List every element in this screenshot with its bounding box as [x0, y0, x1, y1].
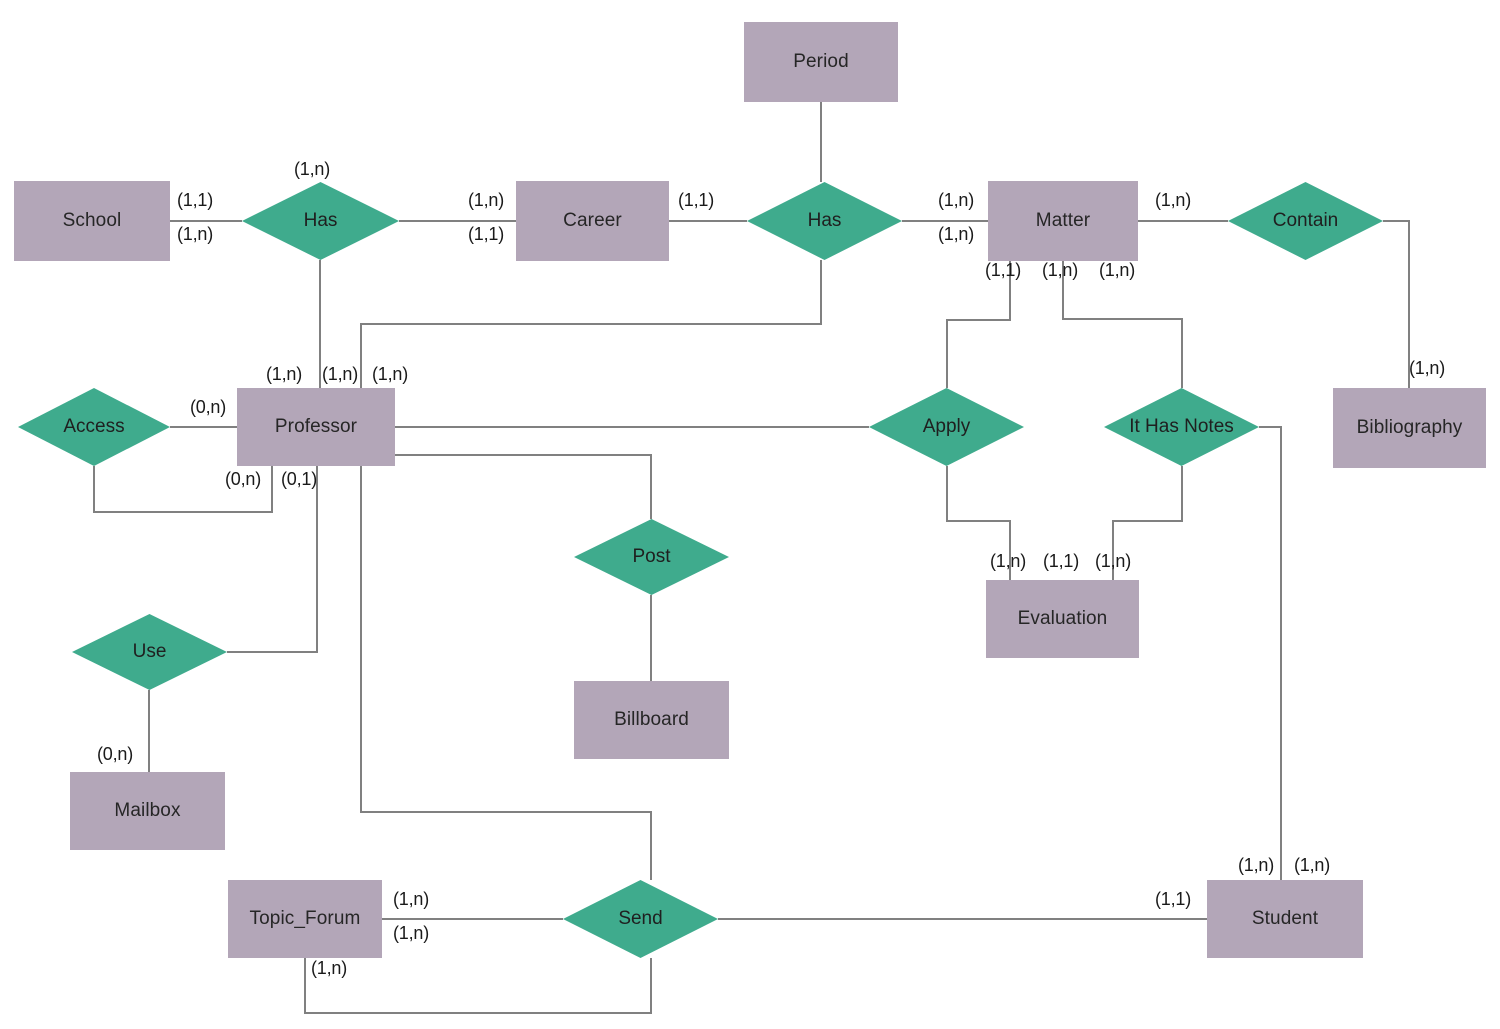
- relationship-has_career_matter[interactable]: Has: [747, 182, 902, 260]
- cardinality-label: (1,1): [1043, 551, 1080, 571]
- cardinality-label: (0,1): [281, 469, 318, 489]
- relationship-contain[interactable]: Contain: [1228, 182, 1383, 260]
- relationship-label: Send: [618, 908, 663, 929]
- cardinality-label: (1,n): [311, 958, 348, 978]
- cardinality-label: (1,n): [468, 190, 505, 210]
- cardinality-label: (1,n): [938, 224, 975, 244]
- cardinality-label: (1,n): [1155, 190, 1192, 210]
- cardinality-label: (0,n): [97, 744, 134, 764]
- cardinality-label: (0,n): [190, 397, 227, 417]
- connector-has2-to-professor: [360, 260, 822, 388]
- entity-label: Billboard: [614, 709, 689, 730]
- cardinality-label: (1,n): [938, 190, 975, 210]
- relationship-use[interactable]: Use: [72, 614, 227, 690]
- cardinality-label: (1,n): [1238, 855, 1275, 875]
- cardinality-label: (1,n): [393, 889, 430, 909]
- cardinality-label: (1,1): [985, 260, 1022, 280]
- cardinality-label: (1,n): [322, 364, 359, 384]
- entity-label: Career: [563, 210, 622, 231]
- cardinality-label: (1,n): [990, 551, 1027, 571]
- relationship-label: Post: [632, 546, 671, 567]
- er-diagram-canvas: Period School Career Matter Bibliography Prof…: [0, 0, 1500, 1029]
- entity-topic_forum[interactable]: Topic_Forum: [228, 880, 382, 958]
- connector-layer: [93, 102, 1410, 1014]
- cardinality-label: (1,1): [1155, 889, 1192, 909]
- cardinality-label: (1,n): [1095, 551, 1132, 571]
- entity-matter[interactable]: Matter: [988, 181, 1138, 261]
- relationship-label: Has: [303, 210, 338, 231]
- entity-billboard[interactable]: Billboard: [574, 681, 729, 759]
- entity-label: Student: [1251, 908, 1319, 929]
- entity-label: Professor: [274, 416, 358, 437]
- relationship-label: It Has Notes: [1129, 416, 1234, 437]
- entity-label: Period: [793, 51, 849, 72]
- cardinality-label: (0,n): [225, 469, 262, 489]
- cardinality-label: (1,n): [177, 224, 214, 244]
- relationship-label: Use: [132, 641, 167, 662]
- entity-student[interactable]: Student: [1207, 880, 1363, 958]
- entity-period[interactable]: Period: [744, 22, 898, 102]
- cardinality-label: (1,n): [372, 364, 409, 384]
- entity-mailbox[interactable]: Mailbox: [70, 772, 225, 850]
- entity-evaluation[interactable]: Evaluation: [986, 580, 1139, 658]
- entity-label: Bibliography: [1356, 417, 1463, 438]
- relationship-label: Contain: [1272, 210, 1339, 231]
- cardinality-label: (1,n): [266, 364, 303, 384]
- entity-label: Matter: [1035, 210, 1091, 231]
- relationship-access[interactable]: Access: [18, 388, 170, 466]
- relationship-send[interactable]: Send: [563, 880, 718, 958]
- entity-school[interactable]: School: [14, 181, 170, 261]
- relationship-label: Apply: [922, 416, 971, 437]
- relationship-post[interactable]: Post: [574, 519, 729, 595]
- entity-label: School: [62, 210, 122, 231]
- connector-notes-to-student: [1259, 426, 1282, 880]
- cardinality-label: (1,1): [678, 190, 715, 210]
- entity-career[interactable]: Career: [516, 181, 669, 261]
- cardinality-label: (1,n): [393, 923, 430, 943]
- entity-label: Mailbox: [114, 800, 181, 821]
- cardinality-label: (1,n): [1099, 260, 1136, 280]
- relationship-label: Has: [807, 210, 842, 231]
- cardinality-label: (1,1): [177, 190, 214, 210]
- relationship-label: Access: [63, 416, 125, 437]
- connector-topic-loop-send: [304, 958, 652, 1014]
- cardinality-label: (1,n): [294, 159, 331, 179]
- connector-professor-to-post: [395, 454, 652, 519]
- cardinality-label: (1,n): [1409, 358, 1446, 378]
- relationship-has_school_career[interactable]: Has: [242, 182, 399, 260]
- cardinality-label: (1,1): [468, 224, 505, 244]
- entity-label: Evaluation: [1017, 608, 1108, 629]
- entity-label: Topic_Forum: [249, 908, 361, 929]
- relationship-it_has_notes[interactable]: It Has Notes: [1104, 388, 1259, 466]
- cardinality-label: (1,n): [1294, 855, 1331, 875]
- entity-bibliography[interactable]: Bibliography: [1333, 388, 1486, 468]
- relationship-apply[interactable]: Apply: [869, 388, 1024, 466]
- cardinality-label: (1,n): [1042, 260, 1079, 280]
- connector-contain-to-biblio: [1383, 220, 1410, 388]
- entity-professor[interactable]: Professor: [237, 388, 395, 466]
